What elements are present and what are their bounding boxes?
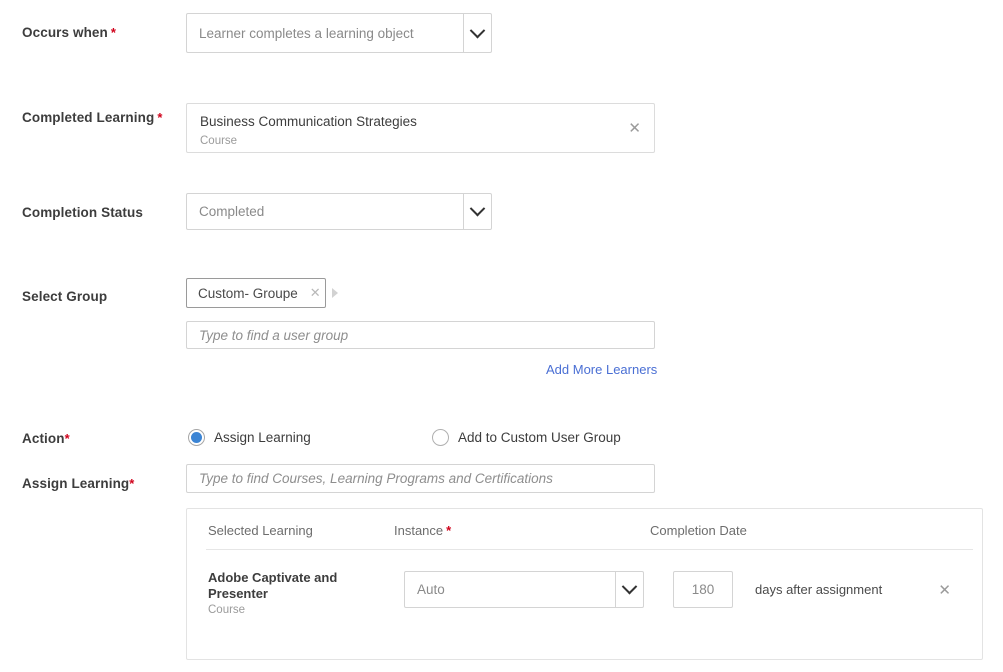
chevron-down-glyph [469, 22, 486, 38]
required-asterisk: * [157, 110, 163, 125]
group-chip-label: Custom- Groupe [198, 285, 298, 301]
instance-value: Auto [417, 582, 445, 597]
label-action-text: Action [22, 431, 65, 446]
chevron-down-icon[interactable] [615, 572, 643, 607]
required-asterisk: * [446, 523, 452, 538]
label-select-group-text: Select Group [22, 289, 108, 304]
close-icon[interactable]: ✕ [628, 121, 641, 136]
chip-overflow-caret-icon [332, 288, 338, 298]
label-completed-learning-text: Completed Learning [22, 110, 155, 125]
completion-status-select[interactable]: Completed [186, 193, 492, 230]
completion-days-input[interactable]: 180 [673, 571, 733, 608]
occurs-when-select[interactable]: Learner completes a learning object [186, 13, 492, 53]
group-chip[interactable]: Custom- Groupe ✕ [186, 278, 326, 308]
label-completion-status-text: Completion Status [22, 205, 143, 220]
chevron-down-icon[interactable] [463, 14, 491, 52]
radio-assign-learning-label: Assign Learning [214, 430, 311, 445]
completed-learning-card: Business Communication Strategies Course… [186, 103, 655, 153]
label-assign-learning: Assign Learning* [22, 476, 134, 491]
label-occurs-when: Occurs when * [22, 25, 116, 40]
completed-learning-title: Business Communication Strategies [200, 114, 417, 129]
label-occurs-when-text: Occurs when [22, 25, 108, 40]
radio-add-to-custom-user-group-control[interactable] [432, 429, 449, 446]
label-action: Action* [22, 431, 70, 446]
chevron-down-glyph [469, 200, 486, 217]
radio-assign-learning[interactable]: Assign Learning [188, 429, 311, 446]
selected-learning-panel: Selected Learning Instance * Completion D… [186, 508, 983, 660]
radio-add-to-custom-user-group-label: Add to Custom User Group [458, 430, 621, 445]
user-group-search-input[interactable]: Type to find a user group [186, 321, 655, 349]
row-selected-learning-title: Adobe Captivate and Presenter [208, 570, 338, 601]
required-asterisk: * [110, 25, 117, 40]
completion-status-value: Completed [199, 204, 265, 219]
radio-selected-dot [191, 432, 202, 443]
add-more-learners-link[interactable]: Add More Learners [546, 362, 657, 377]
radio-assign-learning-control[interactable] [188, 429, 205, 446]
required-asterisk: * [129, 476, 135, 491]
row-selected-learning-type: Course [208, 604, 246, 616]
assign-learning-search-placeholder: Type to find Courses, Learning Programs … [199, 471, 553, 486]
required-asterisk: * [64, 431, 70, 446]
table-header-divider [206, 549, 973, 550]
close-icon[interactable]: ✕ [938, 583, 951, 598]
column-header-selected-learning: Selected Learning [208, 523, 313, 538]
assign-learning-search-input[interactable]: Type to find Courses, Learning Programs … [186, 464, 655, 493]
user-group-search-placeholder: Type to find a user group [199, 327, 349, 343]
instance-select[interactable]: Auto [404, 571, 644, 608]
label-completion-status: Completion Status [22, 205, 143, 220]
chevron-down-icon[interactable] [463, 194, 491, 229]
column-header-completion-date: Completion Date [650, 523, 747, 538]
occurs-when-value: Learner completes a learning object [199, 25, 414, 41]
label-select-group: Select Group [22, 289, 107, 304]
close-icon[interactable]: ✕ [310, 286, 321, 301]
radio-add-to-custom-user-group[interactable]: Add to Custom User Group [432, 429, 621, 446]
label-completed-learning: Completed Learning * [22, 110, 162, 125]
column-header-instance: Instance * [394, 523, 452, 538]
completed-learning-type: Course [200, 135, 238, 147]
completion-days-suffix: days after assignment [755, 582, 883, 597]
label-assign-learning-text: Assign Learning [22, 476, 130, 491]
chevron-down-glyph [621, 578, 638, 595]
